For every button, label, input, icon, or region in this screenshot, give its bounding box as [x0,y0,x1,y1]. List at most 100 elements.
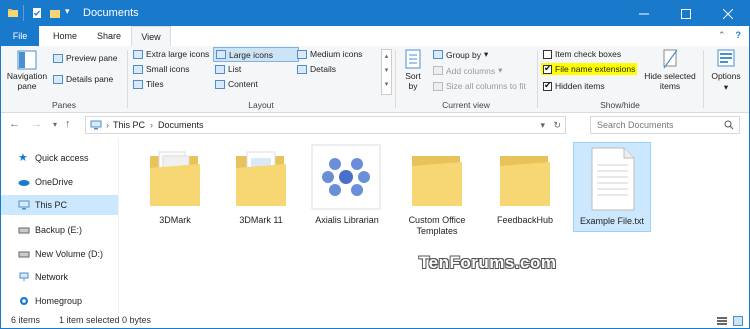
nav-item-quick-access[interactable]: ★ Quick access [1,148,118,168]
title-bar: ▾ Documents [1,1,749,26]
divider [395,50,396,108]
item-check-boxes-toggle[interactable]: Item check boxes [543,49,621,59]
navigation-pane-label: Navigation pane [6,71,48,91]
small-icons-label: Small icons [146,64,190,74]
checkbox-checked [543,80,552,91]
file-item[interactable]: 3DMark [139,142,211,230]
help-icon[interactable]: ? [736,30,742,41]
details-icon [297,64,307,74]
folder-icon [236,151,286,206]
drive-icon [18,227,30,234]
nav-item-onedrive[interactable]: OneDrive [1,172,118,192]
drive-icon [18,251,30,258]
large-icons-view-icon[interactable] [733,316,743,326]
recent-locations-icon[interactable]: ▾ [53,120,57,129]
details-option[interactable]: Details [297,64,336,74]
file-name-extensions-label: File name extensions [555,64,636,74]
content-option[interactable]: Content [215,79,258,89]
back-arrow-icon[interactable]: ← [9,118,20,130]
status-item-count: 6 items [11,315,41,325]
this-pc-icon [90,120,102,130]
minimize-button[interactable] [623,1,665,26]
nav-item-backup[interactable]: Backup (E:) [1,220,118,240]
chevron-down-icon: ▾ [723,82,729,92]
medium-icons-option[interactable]: Medium icons [297,49,362,59]
tab-home[interactable]: Home [45,26,85,46]
group-by-button[interactable]: Group by ▾ [433,49,488,60]
folder-icon [412,156,462,206]
navigation-pane-icon [17,50,37,70]
file-item[interactable]: FeedbackHub [489,142,561,230]
close-button[interactable] [707,1,749,26]
item-check-boxes-label: Item check boxes [555,49,622,59]
list-option[interactable]: List [215,64,241,74]
forward-arrow-icon[interactable]: → [31,118,42,130]
nav-item-new-volume[interactable]: New Volume (D:) [1,244,118,264]
content-label: Content [228,79,258,89]
status-bar: 6 items 1 item selected 0 bytes [1,314,749,328]
sort-by-button[interactable]: Sort by [403,48,423,91]
nav-label: Homegroup [35,296,83,306]
navigation-pane-button[interactable]: Navigation pane [7,50,47,91]
maximize-icon [681,8,691,19]
divider [703,50,704,108]
file-item[interactable]: Custom Office Templates [401,142,473,236]
extra-large-icons-icon [133,49,143,59]
hide-selected-items-button[interactable]: Hide selected items [643,48,697,91]
list-icon [215,64,225,74]
hidden-items-toggle[interactable]: Hidden items [543,80,605,91]
add-columns-button[interactable]: Add columns ▾ [433,65,502,76]
refresh-icon[interactable]: ↻ [553,120,561,131]
tiles-icon [133,79,143,89]
address-dropdown-icon[interactable]: ▾ [540,120,545,131]
options-button[interactable]: Options ▾ [707,48,745,93]
details-view-icon[interactable] [717,316,727,326]
file-item-selected[interactable]: Example File.txt [573,142,651,232]
properties-icon[interactable] [31,7,43,19]
large-icons-option[interactable]: Large icons [213,47,299,62]
details-pane-button[interactable]: Details pane [53,74,113,84]
breadcrumb-separator: › [150,120,154,130]
list-label: List [228,64,242,74]
preview-pane-button[interactable]: Preview pane [53,53,118,63]
navigation-pane: ★ Quick access OneDrive This PC Backup (… [1,138,118,313]
nav-item-this-pc[interactable]: This PC [1,195,118,215]
breadcrumb-this-pc[interactable]: This PC [113,120,145,130]
extra-large-icons-label: Extra large icons [146,49,210,59]
explorer-window: ▾ Documents File Home Share View ⌃ ? Nav… [0,0,750,329]
status-size: 0 bytes [122,315,152,325]
address-bar[interactable]: › This PC › Documents ▾ ↻ [85,116,566,134]
size-all-columns-button[interactable]: Size all columns to fit [433,81,526,91]
up-arrow-icon[interactable]: ↑ [65,118,71,130]
collapse-ribbon-icon[interactable]: ⌃ [718,30,726,41]
file-name: Custom Office Templates [408,215,466,236]
options-label: Options [711,71,741,81]
nav-label: OneDrive [35,177,74,187]
nav-item-network[interactable]: Network [1,267,118,287]
file-item[interactable]: 3DMark 11 [225,142,297,230]
file-name: Axialis Librarian [315,215,379,225]
maximize-button[interactable] [665,1,707,26]
large-icons-icon [216,50,226,59]
breadcrumb-documents[interactable]: Documents [158,120,204,130]
tiles-label: Tiles [146,79,164,89]
layout-scroll[interactable]: ▴ ▾ ▾ [381,49,392,95]
tab-view[interactable]: View [131,26,171,47]
file-name: Example File.txt [579,216,645,226]
chevron-down-icon: ▾ [498,65,503,75]
file-name-extensions-toggle[interactable]: File name extensions [541,63,638,75]
details-pane-label: Details pane [66,74,114,84]
extra-large-icons-option[interactable]: Extra large icons [133,49,209,59]
tiles-option[interactable]: Tiles [133,79,164,89]
medium-icons-label: Medium icons [310,49,363,59]
nav-item-homegroup[interactable]: Homegroup [1,291,118,311]
file-name: 3DMark 11 [239,215,283,225]
nav-label: New Volume (D:) [35,249,104,259]
new-folder-icon[interactable] [49,7,61,19]
search-box[interactable]: Search Documents [590,116,740,134]
quick-access-dropdown-icon[interactable]: ▾ [65,6,70,17]
small-icons-option[interactable]: Small icons [133,64,189,74]
file-item[interactable]: Axialis Librarian [311,142,383,230]
tab-file[interactable]: File [1,26,39,46]
tab-share[interactable]: Share [89,26,129,46]
